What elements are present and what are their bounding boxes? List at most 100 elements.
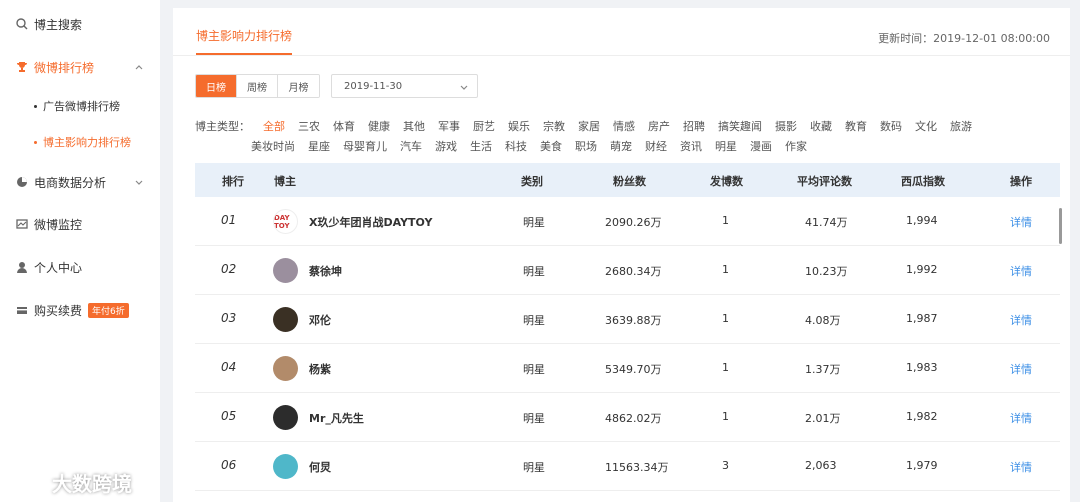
cell-index: 1,987 [906, 312, 938, 325]
category-option[interactable]: 文化 [915, 118, 937, 134]
cell-posts: 1 [722, 214, 729, 227]
chevron-down-icon [134, 176, 144, 186]
watermark-text: 大数跨境 [52, 472, 132, 496]
category-option[interactable]: 宗教 [543, 118, 565, 134]
header-category: 类别 [521, 175, 543, 188]
category-option[interactable]: 生活 [470, 138, 492, 154]
category-option[interactable]: 收藏 [810, 118, 832, 134]
category-option[interactable]: 教育 [845, 118, 867, 134]
header-avg-comments: 平均评论数 [797, 175, 852, 188]
cell-index: 1,982 [906, 410, 938, 423]
cell-blogger-name[interactable]: 邓伦 [309, 312, 331, 328]
cell-posts: 1 [722, 312, 729, 325]
cell-index: 1,983 [906, 361, 938, 374]
table-row: 02 蔡徐坤 明星 2680.34万 1 10.23万 1,992 详情 [195, 246, 1060, 295]
sidebar-item-blogger-search[interactable]: 博主搜索 [0, 10, 160, 38]
category-option[interactable]: 职场 [575, 138, 597, 154]
detail-link[interactable]: 详情 [1010, 361, 1032, 377]
category-option[interactable]: 美妆时尚 [251, 138, 295, 154]
date-picker[interactable]: 2019-11-30 [331, 74, 478, 98]
category-option[interactable]: 体育 [333, 118, 355, 134]
sidebar-item-monitor[interactable]: 微博监控 [0, 210, 160, 238]
tab-underline [196, 53, 292, 55]
sidebar-subitem-label: 博主影响力排行榜 [43, 136, 131, 149]
sidebar-item-ecommerce[interactable]: 电商数据分析 [0, 168, 160, 196]
trophy-icon [16, 61, 28, 73]
detail-link[interactable]: 详情 [1010, 263, 1032, 279]
watermark-logo: 大数跨境 [8, 468, 132, 497]
chevron-down-icon [459, 82, 469, 92]
category-option[interactable]: 摄影 [775, 118, 797, 134]
cell-index: 1,979 [906, 459, 938, 472]
cell-fans: 2680.34万 [605, 265, 662, 278]
category-option[interactable]: 全部 [263, 118, 285, 134]
card-icon [16, 304, 28, 316]
category-row: 美妆时尚 星座 母婴育儿 汽车 游戏 生活 科技 美食 职场 萌宠 财经 资讯 明星 漫画 作家 [251, 138, 820, 154]
sidebar-item-label: 博主搜索 [34, 17, 83, 32]
avatar [273, 307, 298, 332]
category-row: 博主类型： 全部 三农 体育 健康 其他 军事 厨艺 娱乐 宗教 家居 情感 房产 招聘 搞笑趣闻 摄影 收藏… [195, 118, 985, 134]
period-daily-button[interactable]: 日榜 [196, 75, 237, 97]
category-option[interactable]: 明星 [715, 138, 737, 154]
cell-fans: 5349.70万 [605, 363, 662, 376]
scrollbar-thumb[interactable] [1059, 208, 1062, 244]
category-option[interactable]: 游戏 [435, 138, 457, 154]
cell-category: 明星 [523, 314, 545, 327]
sidebar-subitem-influence-ranking[interactable]: 博主影响力排行榜 [34, 132, 131, 152]
sidebar-item-label: 微博监控 [34, 217, 83, 232]
table-row: 04 杨紫 明星 5349.70万 1 1.37万 1,983 详情 [195, 344, 1060, 393]
sidebar-item-label: 个人中心 [34, 260, 83, 275]
detail-link[interactable]: 详情 [1010, 410, 1032, 426]
category-option[interactable]: 资讯 [680, 138, 702, 154]
cell-blogger-name[interactable]: X玖少年团肖战DAYTOY [309, 214, 432, 230]
cell-rank: 03 [221, 311, 237, 325]
category-option[interactable]: 美食 [540, 138, 562, 154]
category-option[interactable]: 军事 [438, 118, 460, 134]
category-option[interactable]: 房产 [648, 118, 670, 134]
category-option[interactable]: 其他 [403, 118, 425, 134]
category-option[interactable]: 财经 [645, 138, 667, 154]
category-option[interactable]: 母婴育儿 [343, 138, 387, 154]
category-option[interactable]: 汽车 [400, 138, 422, 154]
sidebar-item-label: 微博排行榜 [34, 60, 95, 75]
cell-category: 明星 [523, 412, 545, 425]
updated-time: 更新时间：2019-12-01 08:00:00 [878, 32, 1050, 45]
table-header: 排行 博主 类别 粉丝数 发博数 平均评论数 西瓜指数 操作 [195, 163, 1060, 197]
category-option[interactable]: 萌宠 [610, 138, 632, 154]
category-option[interactable]: 招聘 [683, 118, 705, 134]
category-option[interactable]: 娱乐 [508, 118, 530, 134]
category-option[interactable]: 作家 [785, 138, 807, 154]
sidebar-subitem-ad-ranking[interactable]: 广告微博排行榜 [34, 96, 120, 116]
sidebar-item-purchase[interactable]: 购买续费 年付6折 [0, 296, 160, 324]
cell-fans: 3639.88万 [605, 314, 662, 327]
category-option[interactable]: 情感 [613, 118, 635, 134]
avatar: DAY TOY [273, 209, 298, 234]
detail-link[interactable]: 详情 [1010, 312, 1032, 328]
category-option[interactable]: 厨艺 [473, 118, 495, 134]
tab-influence-ranking[interactable]: 博主影响力排行榜 [196, 27, 292, 44]
category-option[interactable]: 三农 [298, 118, 320, 134]
cell-blogger-name[interactable]: Mr_凡先生 [309, 410, 364, 426]
period-weekly-button[interactable]: 周榜 [237, 75, 278, 97]
category-option[interactable]: 健康 [368, 118, 390, 134]
category-option[interactable]: 家居 [578, 118, 600, 134]
category-option[interactable]: 数码 [880, 118, 902, 134]
cell-blogger-name[interactable]: 何炅 [309, 459, 331, 475]
sidebar-item-profile[interactable]: 个人中心 [0, 253, 160, 281]
header-posts: 发博数 [710, 175, 743, 188]
category-option[interactable]: 搞笑趣闻 [718, 118, 762, 134]
detail-link[interactable]: 详情 [1010, 459, 1032, 475]
header-rank: 排行 [222, 175, 244, 188]
cell-blogger-name[interactable]: 杨紫 [309, 361, 331, 377]
category-option[interactable]: 漫画 [750, 138, 772, 154]
detail-link[interactable]: 详情 [1010, 214, 1032, 230]
cell-fans: 4862.02万 [605, 412, 662, 425]
cell-blogger-name[interactable]: 蔡徐坤 [309, 263, 342, 279]
cell-category: 明星 [523, 265, 545, 278]
category-option[interactable]: 星座 [308, 138, 330, 154]
sidebar-item-weibo-ranking[interactable]: 微博排行榜 [0, 53, 160, 81]
category-option[interactable]: 旅游 [950, 118, 972, 134]
period-monthly-button[interactable]: 月榜 [278, 75, 319, 97]
category-option[interactable]: 科技 [505, 138, 527, 154]
cell-rank: 01 [221, 213, 237, 227]
